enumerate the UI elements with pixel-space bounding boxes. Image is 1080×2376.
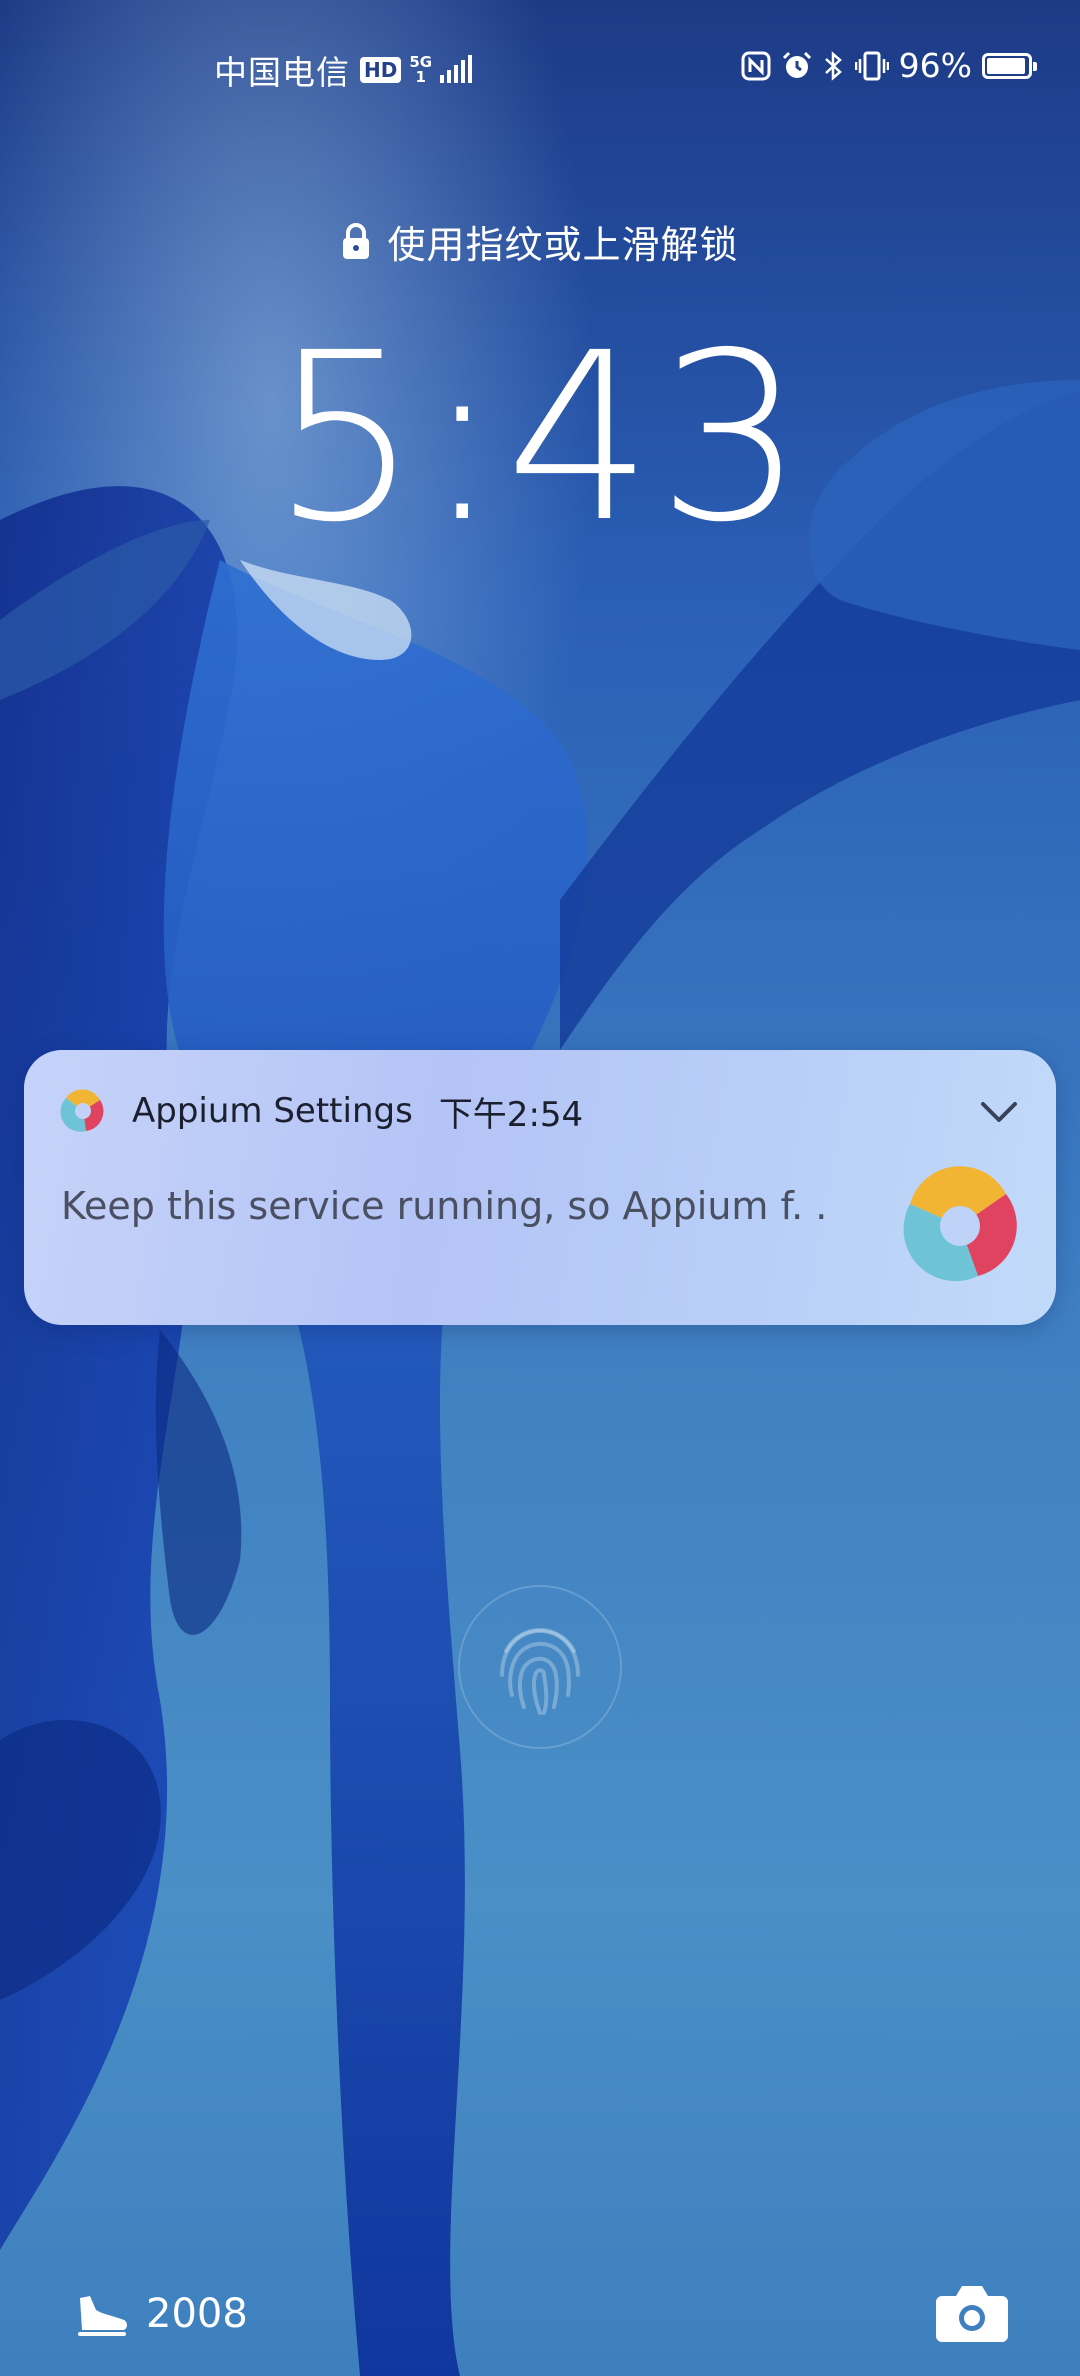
notification-card[interactable]: Appium Settings 下午2:54 Keep this service… bbox=[24, 1050, 1056, 1325]
step-count: 2008 bbox=[146, 2291, 248, 2337]
chevron-down-icon[interactable] bbox=[976, 1094, 1022, 1130]
unlock-hint: 使用指纹或上滑解锁 bbox=[0, 214, 1080, 269]
battery-level-fill bbox=[987, 57, 1026, 74]
status-bar: 中国电信 HD 5G 1 96% bbox=[0, 0, 1080, 130]
notification-app-name: Appium Settings bbox=[132, 1091, 413, 1131]
battery-percent: 96% bbox=[898, 46, 972, 85]
fingerprint-icon bbox=[500, 1628, 580, 1715]
appium-logo-icon bbox=[903, 1166, 1017, 1282]
network-type: 5G 1 bbox=[409, 55, 432, 85]
notification-body: Keep this service running, so Appium f. … bbox=[61, 1184, 828, 1228]
carrier-info: 中国电信 HD 5G 1 bbox=[214, 46, 473, 94]
sneaker-icon bbox=[78, 2296, 127, 2336]
vibrate-icon bbox=[854, 51, 889, 80]
camera-icon[interactable] bbox=[934, 2280, 1010, 2344]
hd-badge: HD bbox=[360, 57, 402, 83]
step-counter[interactable]: 2008 bbox=[74, 2290, 248, 2338]
lock-icon bbox=[343, 222, 370, 259]
fingerprint-sensor[interactable] bbox=[458, 1585, 622, 1749]
notification-header: Appium Settings 下午2:54 bbox=[132, 1086, 583, 1136]
battery-charging-icon bbox=[982, 52, 1037, 79]
appium-logo-icon bbox=[60, 1089, 104, 1132]
nfc-icon bbox=[741, 51, 771, 80]
lock-screen[interactable]: 中国电信 HD 5G 1 96% 使用指纹或上滑解锁 5:43 Appium S… bbox=[0, 0, 1080, 2376]
unlock-hint-text: 使用指纹或上滑解锁 bbox=[387, 223, 739, 267]
carrier-name: 中国电信 bbox=[214, 53, 350, 92]
alarm-icon bbox=[782, 51, 811, 78]
signal-bars-icon bbox=[440, 55, 473, 83]
network-slot-label: 1 bbox=[415, 68, 426, 86]
notification-time: 下午2:54 bbox=[438, 1094, 584, 1135]
lock-clock: 5:43 bbox=[271, 303, 809, 573]
status-icons: 96% bbox=[741, 46, 1037, 85]
bluetooth-icon bbox=[824, 50, 842, 81]
